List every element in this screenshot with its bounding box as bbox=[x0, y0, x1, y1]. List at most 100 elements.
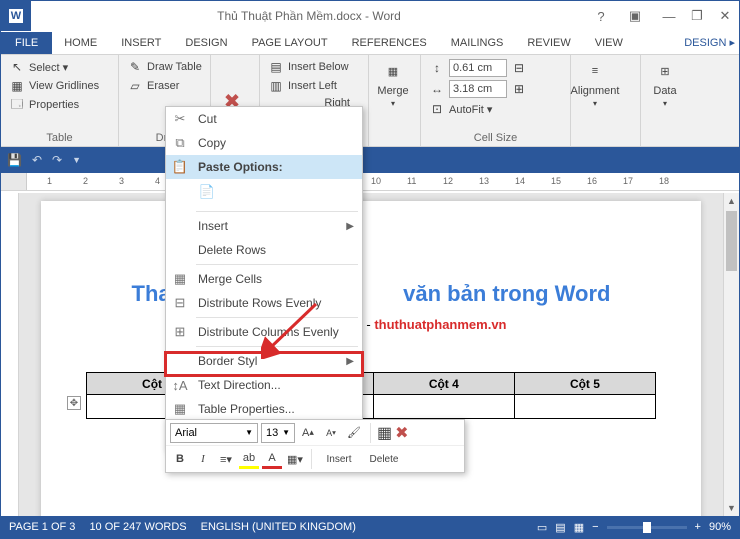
submenu-arrow-icon: ▶ bbox=[346, 356, 354, 367]
data-icon: ⊞ bbox=[653, 59, 677, 83]
mini-delete-label[interactable]: Delete bbox=[363, 454, 405, 465]
bold-button[interactable]: B bbox=[170, 449, 190, 469]
tab-references[interactable]: REFERENCES bbox=[340, 33, 439, 53]
merge-icon: ▦ bbox=[381, 59, 405, 83]
ruler-tick: 13 bbox=[479, 176, 489, 186]
width-icon: ↔ bbox=[429, 81, 445, 97]
zoom-out-button[interactable]: − bbox=[592, 521, 598, 533]
shrink-font-button[interactable]: A▾ bbox=[321, 423, 341, 443]
borders-button[interactable]: ▦▾ bbox=[285, 449, 305, 469]
ribbon-display-icon[interactable]: ▣ bbox=[621, 1, 649, 31]
ruler-tick: 4 bbox=[155, 176, 160, 186]
ruler-tick: 17 bbox=[623, 176, 633, 186]
scroll-down-icon[interactable]: ▼ bbox=[724, 500, 739, 516]
distribute-cols-icon[interactable]: ⊞ bbox=[511, 81, 527, 97]
horizontal-ruler[interactable]: 123456789101112131415161718 bbox=[27, 173, 739, 190]
properties-icon: 🗔 bbox=[9, 97, 25, 113]
group-table-label: Table bbox=[9, 130, 110, 144]
vertical-ruler[interactable] bbox=[1, 193, 19, 516]
col-width-field[interactable]: ↔3.18 cm⊞ bbox=[429, 80, 562, 98]
tab-view[interactable]: VIEW bbox=[583, 33, 635, 53]
tab-table-design[interactable]: DESIGN ▸ bbox=[672, 32, 739, 53]
qat-undo-icon[interactable]: ↶ bbox=[32, 153, 42, 167]
zoom-in-button[interactable]: + bbox=[695, 521, 701, 533]
table-props-icon: ▦ bbox=[170, 401, 190, 417]
ruler-tick: 18 bbox=[659, 176, 669, 186]
menu-table-properties[interactable]: ▦Table Properties... bbox=[166, 397, 362, 421]
menu-distribute-rows[interactable]: ⊟Distribute Rows Evenly bbox=[166, 291, 362, 315]
font-size-selector[interactable]: 13▼ bbox=[261, 423, 295, 443]
data-button[interactable]: ⊞ Data▾ bbox=[649, 59, 681, 108]
grow-font-button[interactable]: A▴ bbox=[298, 423, 318, 443]
menu-merge-cells[interactable]: ▦Merge Cells bbox=[166, 267, 362, 291]
view-print-icon[interactable]: ▤ bbox=[555, 521, 565, 534]
table-header-cell[interactable]: Cột 4 bbox=[373, 373, 514, 395]
align-button[interactable]: ≡▾ bbox=[216, 449, 236, 469]
vertical-scrollbar[interactable]: ▲ ▼ bbox=[723, 193, 739, 516]
menu-border-styles[interactable]: Border Styl▶ bbox=[166, 349, 362, 373]
mini-insert-label[interactable]: Insert bbox=[318, 454, 360, 465]
paste-option-1[interactable]: 📄 bbox=[196, 181, 218, 203]
draw-table-button[interactable]: ✎Draw Table bbox=[127, 59, 202, 75]
restore-button[interactable]: ❐ bbox=[683, 1, 711, 31]
menu-paste-options[interactable]: 📋Paste Options: bbox=[166, 155, 362, 179]
status-page[interactable]: PAGE 1 OF 3 bbox=[9, 521, 75, 533]
mini-delete-button[interactable]: ✖ bbox=[395, 423, 408, 443]
table-move-handle[interactable]: ✥ bbox=[67, 396, 81, 410]
qat-redo-icon[interactable]: ↷ bbox=[52, 153, 62, 167]
scroll-up-icon[interactable]: ▲ bbox=[724, 193, 739, 209]
view-web-icon[interactable]: ▦ bbox=[574, 521, 584, 534]
delete-table-icon: ✖ bbox=[395, 423, 408, 443]
tab-page-layout[interactable]: PAGE LAYOUT bbox=[240, 33, 340, 53]
font-color-button[interactable]: A bbox=[262, 449, 282, 469]
eraser-button[interactable]: ▱Eraser bbox=[127, 78, 202, 94]
table-header-cell[interactable]: Cột 5 bbox=[514, 373, 655, 395]
word-app-icon: W bbox=[1, 1, 31, 31]
cursor-icon: ↖ bbox=[9, 59, 25, 75]
menu-cut[interactable]: ✂Cut bbox=[166, 107, 362, 131]
tab-design[interactable]: DESIGN bbox=[173, 33, 239, 53]
mini-insert-button[interactable]: ▦ bbox=[377, 423, 392, 443]
minimize-button[interactable]: ― bbox=[655, 1, 683, 31]
highlight-button[interactable]: ab bbox=[239, 449, 259, 469]
scroll-thumb[interactable] bbox=[726, 211, 737, 271]
mini-toolbar: Arial▼ 13▼ A▴ A▾ 🖌 ▦ ✖ B I ≡▾ ab A ▦▾ In… bbox=[165, 419, 465, 473]
ruler-tick: 3 bbox=[119, 176, 124, 186]
distribute-rows-icon[interactable]: ⊟ bbox=[511, 60, 527, 76]
autofit-button[interactable]: ⊡AutoFit ▾ bbox=[429, 101, 562, 117]
zoom-slider[interactable] bbox=[607, 526, 687, 529]
menu-text-direction[interactable]: ↕AText Direction... bbox=[166, 373, 362, 397]
format-painter-button[interactable]: 🖌 bbox=[344, 423, 364, 443]
menu-insert[interactable]: Insert▶ bbox=[166, 214, 362, 238]
qat-save-icon[interactable]: 💾 bbox=[7, 153, 22, 167]
font-selector[interactable]: Arial▼ bbox=[170, 423, 258, 443]
zoom-level[interactable]: 90% bbox=[709, 521, 731, 533]
qat-customize-icon[interactable]: ▼ bbox=[72, 155, 81, 165]
properties-button[interactable]: 🗔Properties bbox=[9, 97, 110, 113]
pencil-icon: ✎ bbox=[127, 59, 143, 75]
select-button[interactable]: ↖Select ▾ bbox=[9, 59, 110, 75]
insert-below-button[interactable]: ▤Insert Below bbox=[268, 59, 360, 75]
tab-review[interactable]: REVIEW bbox=[515, 33, 582, 53]
tab-file[interactable]: FILE bbox=[1, 32, 52, 54]
tab-mailings[interactable]: MAILINGS bbox=[439, 33, 516, 53]
tab-insert[interactable]: INSERT bbox=[109, 33, 173, 53]
help-button[interactable]: ? bbox=[587, 1, 615, 31]
tab-home[interactable]: HOME bbox=[52, 33, 109, 53]
autofit-icon: ⊡ bbox=[429, 101, 445, 117]
status-language[interactable]: ENGLISH (UNITED KINGDOM) bbox=[201, 521, 356, 533]
view-read-icon[interactable]: ▭ bbox=[537, 521, 547, 534]
alignment-button[interactable]: ≡ Alignment▾ bbox=[579, 59, 611, 108]
menu-copy[interactable]: ⧉Copy bbox=[166, 131, 362, 155]
row-height-field[interactable]: ↕0.61 cm⊟ bbox=[429, 59, 562, 77]
menu-distribute-cols[interactable]: ⊞Distribute Columns Evenly bbox=[166, 320, 362, 344]
group-cellsize-label: Cell Size bbox=[429, 130, 562, 144]
ruler-tick: 1 bbox=[47, 176, 52, 186]
menu-delete-rows[interactable]: Delete Rows bbox=[166, 238, 362, 262]
insert-left-button[interactable]: ▥Insert Left bbox=[268, 78, 360, 94]
italic-button[interactable]: I bbox=[193, 449, 213, 469]
merge-button[interactable]: ▦ Merge▾ bbox=[377, 59, 409, 108]
status-word-count[interactable]: 10 OF 247 WORDS bbox=[89, 521, 186, 533]
view-gridlines-button[interactable]: ▦View Gridlines bbox=[9, 78, 110, 94]
close-button[interactable]: ✕ bbox=[711, 1, 739, 31]
